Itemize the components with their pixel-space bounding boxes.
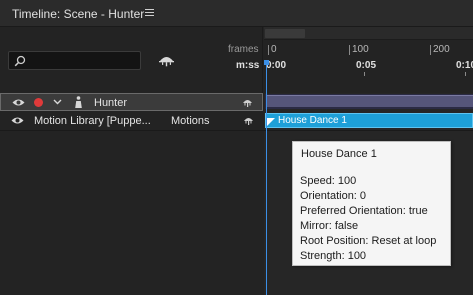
ruler-scroll-thumb[interactable] bbox=[265, 29, 305, 38]
time-unit-label: m:ss bbox=[236, 60, 260, 71]
eye-icon[interactable] bbox=[11, 116, 24, 128]
track-tag-label: Motions bbox=[171, 115, 210, 127]
track-name: Hunter bbox=[94, 97, 128, 109]
puppet-handle-icon[interactable] bbox=[242, 97, 253, 111]
track-row-motion-library[interactable]: Motion Library [Puppe... Motions bbox=[0, 112, 263, 130]
ruler-tick bbox=[465, 72, 466, 76]
tooltip-title: House Dance 1 bbox=[301, 148, 377, 160]
tooltip-line: Orientation: 0 bbox=[300, 190, 367, 202]
tooltip-line: Root Position: Reset at loop bbox=[300, 235, 437, 247]
search-field[interactable] bbox=[8, 51, 141, 70]
ruler-tick bbox=[268, 45, 269, 55]
playhead-handle[interactable] bbox=[264, 60, 269, 65]
motion-clip[interactable]: House Dance 1 bbox=[265, 113, 473, 128]
playhead[interactable] bbox=[266, 64, 267, 295]
search-icon bbox=[14, 55, 26, 67]
puppet-handle-icon[interactable] bbox=[243, 115, 254, 129]
record-arm-icon[interactable] bbox=[34, 98, 43, 107]
ruler-tick bbox=[349, 45, 350, 55]
hamburger-icon[interactable] bbox=[143, 6, 157, 20]
clip-tooltip: House Dance 1 Speed: 100 Orientation: 0 … bbox=[292, 141, 451, 266]
puppet-icon bbox=[74, 96, 83, 111]
tooltip-line: Speed: 100 bbox=[300, 175, 357, 187]
clip-start-marker-icon bbox=[267, 117, 275, 127]
clip-label: House Dance 1 bbox=[278, 115, 347, 126]
tooltip-line: Strength: 100 bbox=[300, 250, 367, 262]
tooltip-line: Mirror: false bbox=[300, 220, 359, 232]
time-tick-label: 0:10 bbox=[456, 60, 473, 71]
chevron-down-icon[interactable] bbox=[53, 97, 62, 109]
time-tick-label: 0:00 bbox=[266, 60, 287, 71]
time-tick-label: 0:05 bbox=[356, 60, 377, 71]
puppet-filter-icon[interactable] bbox=[158, 53, 175, 71]
track-row-hunter[interactable]: Hunter bbox=[0, 93, 263, 111]
frame-tick-label: 100 bbox=[352, 44, 369, 55]
frame-tick-label: 200 bbox=[433, 44, 450, 55]
ruler-scrollbar[interactable] bbox=[264, 27, 473, 40]
row-divider bbox=[0, 130, 473, 131]
track-name: Motion Library [Puppe... bbox=[34, 115, 151, 127]
ruler-tick bbox=[364, 72, 365, 76]
frames-unit-label: frames bbox=[228, 44, 259, 55]
panel-header: Timeline: Scene - Hunter bbox=[0, 0, 473, 27]
puppet-track-bar[interactable] bbox=[265, 94, 473, 109]
tooltip-line: Preferred Orientation: true bbox=[300, 205, 428, 217]
eye-icon[interactable] bbox=[12, 98, 25, 110]
ruler-tick bbox=[430, 45, 431, 55]
frame-tick-label: 0 bbox=[271, 44, 277, 55]
panel-title: Timeline: Scene - Hunter bbox=[12, 7, 145, 21]
timeline-panel: Timeline: Scene - Hunter frames m:ss 0 1… bbox=[0, 0, 473, 295]
search-input[interactable] bbox=[31, 53, 137, 68]
